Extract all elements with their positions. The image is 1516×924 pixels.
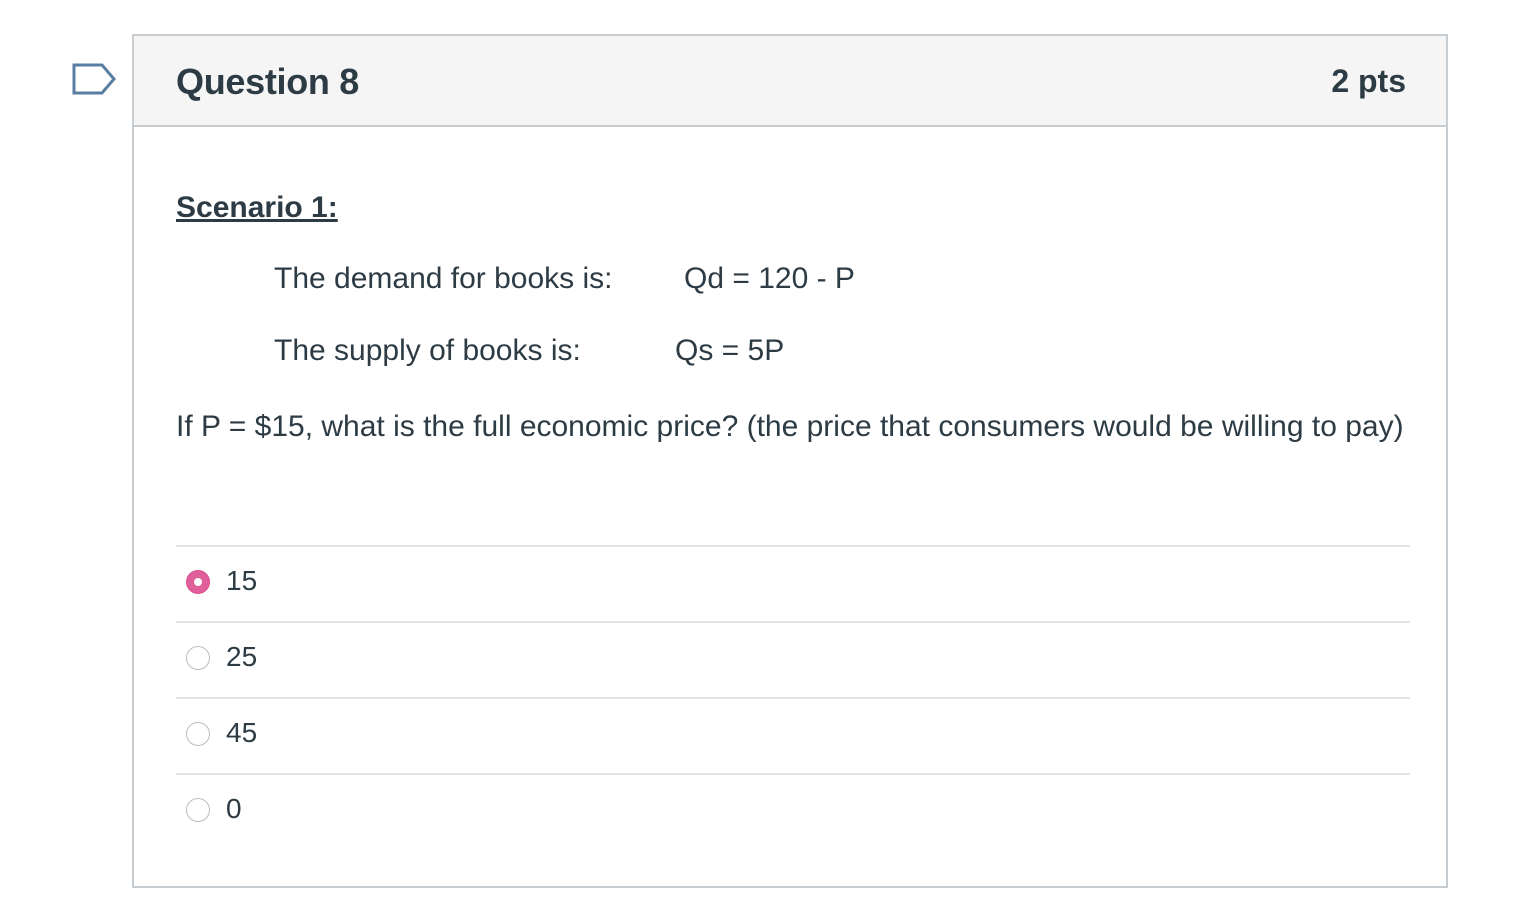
answer-option[interactable]: 0 — [176, 773, 1410, 849]
answer-label[interactable]: 15 — [226, 565, 257, 597]
radio-icon[interactable] — [186, 722, 210, 746]
answer-option[interactable]: 15 — [176, 545, 1410, 621]
answer-option[interactable]: 45 — [176, 697, 1410, 773]
radio-icon[interactable] — [186, 798, 210, 822]
supply-label: The supply of books is: — [274, 334, 581, 367]
demand-label: The demand for books is: — [274, 262, 613, 295]
answer-option[interactable]: 25 — [176, 621, 1410, 697]
radio-selected-icon[interactable] — [186, 570, 210, 594]
question-card: Question 8 2 pts Scenario 1: The demand … — [132, 34, 1448, 888]
demand-equation: Qd = 120 - P — [684, 262, 855, 295]
scenario-heading: Scenario 1: — [176, 191, 338, 224]
radio-icon[interactable] — [186, 646, 210, 670]
answer-label[interactable]: 45 — [226, 717, 257, 749]
supply-equation: Qs = 5P — [675, 334, 785, 367]
question-prompt: If P = $15, what is the full economic pr… — [176, 410, 1404, 443]
answer-label[interactable]: 25 — [226, 641, 257, 673]
question-title: Question 8 — [176, 61, 360, 102]
answer-label[interactable]: 0 — [226, 793, 242, 825]
answer-list: 15 25 45 0 — [176, 545, 1410, 849]
question-header: Question 8 2 pts — [134, 36, 1446, 127]
flag-question-icon[interactable] — [72, 63, 116, 95]
question-points: 2 pts — [1331, 63, 1406, 99]
